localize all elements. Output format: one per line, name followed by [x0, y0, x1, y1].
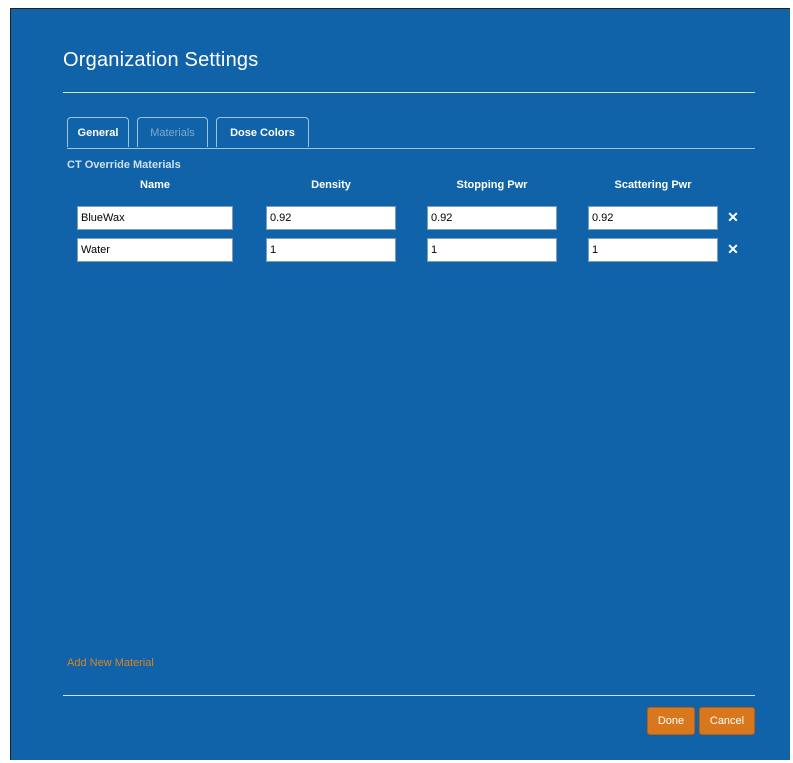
close-icon[interactable]: ✕	[725, 209, 741, 225]
column-header-density: Density	[311, 179, 351, 191]
density-input[interactable]	[266, 206, 396, 230]
tab-underline	[67, 148, 755, 149]
tab-dose-colors[interactable]: Dose Colors	[216, 117, 309, 147]
stopping-pwr-input[interactable]	[427, 206, 557, 230]
scattering-pwr-input[interactable]	[588, 206, 718, 230]
column-header-name: Name	[140, 179, 170, 191]
density-input[interactable]	[266, 238, 396, 262]
close-icon[interactable]: ✕	[725, 241, 741, 257]
organization-settings-dialog: Organization Settings General Materials …	[10, 8, 790, 760]
stopping-pwr-input[interactable]	[427, 238, 557, 262]
material-name-input[interactable]	[77, 206, 233, 230]
tab-general[interactable]: General	[67, 117, 129, 147]
dialog-title: Organization Settings	[63, 49, 259, 71]
section-label: CT Override Materials	[67, 159, 181, 171]
cancel-button[interactable]: Cancel	[699, 707, 755, 735]
column-header-scattering-pwr: Scattering Pwr	[614, 179, 692, 191]
done-button[interactable]: Done	[647, 707, 695, 735]
title-divider	[63, 92, 755, 93]
material-row: ✕	[11, 238, 791, 262]
material-name-input[interactable]	[77, 238, 233, 262]
material-row: ✕	[11, 206, 791, 230]
column-header-stopping-pwr: Stopping Pwr	[456, 179, 528, 191]
tab-materials[interactable]: Materials	[137, 117, 208, 147]
add-new-material-link[interactable]: Add New Material	[67, 657, 154, 669]
footer-divider	[63, 695, 755, 696]
scattering-pwr-input[interactable]	[588, 238, 718, 262]
